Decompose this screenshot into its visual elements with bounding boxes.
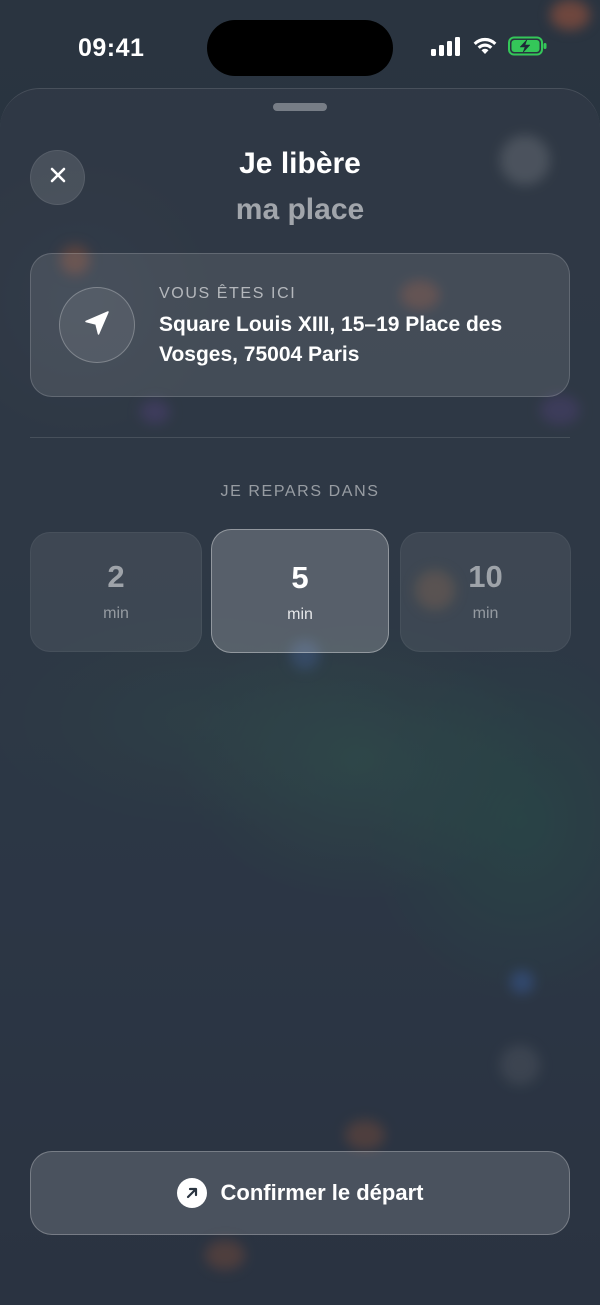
arrow-up-right-icon bbox=[176, 1178, 207, 1208]
time-option-unit: min bbox=[103, 605, 129, 622]
time-option-10-min[interactable]: 10 min bbox=[400, 532, 571, 652]
location-address: Square Louis XIII, 15–19 Place des Vosge… bbox=[159, 313, 503, 366]
time-option-value: 2 bbox=[107, 559, 125, 594]
status-bar: 09:41 bbox=[0, 0, 600, 96]
sheet-title: Je libère bbox=[239, 147, 361, 180]
sheet-grabber[interactable] bbox=[273, 103, 327, 111]
sheet-subtitle: ma place bbox=[235, 193, 365, 226]
time-option-unit: min bbox=[287, 606, 313, 623]
current-location-card: VOUS ÊTES ICI Square Louis XIII, 15–19 P… bbox=[30, 253, 570, 397]
location-arrow-icon bbox=[82, 308, 112, 343]
time-option-value: 5 bbox=[291, 560, 309, 595]
screen: 09:41 Je libère ma place VOUS ÊTES ICI S… bbox=[0, 0, 600, 1305]
status-icons bbox=[430, 36, 548, 61]
confirm-label: Confirmer le départ bbox=[220, 1180, 424, 1205]
signal-icon bbox=[430, 36, 462, 61]
wifi-icon bbox=[472, 36, 498, 61]
time-option-unit: min bbox=[472, 605, 499, 622]
confirm-departure-button[interactable]: Confirmer le départ bbox=[30, 1151, 570, 1235]
status-time: 09:41 bbox=[78, 34, 145, 62]
time-option-value: 10 bbox=[468, 559, 503, 594]
location-label: VOUS ÊTES ICI bbox=[159, 285, 297, 302]
departure-label: JE REPARS DANS bbox=[220, 483, 380, 500]
battery-charging-icon bbox=[508, 36, 548, 61]
location-icon-circle bbox=[59, 287, 135, 363]
divider bbox=[30, 437, 570, 438]
dynamic-island bbox=[207, 20, 393, 76]
time-option-5-min[interactable]: 5 min bbox=[211, 529, 389, 653]
time-option-2-min[interactable]: 2 min bbox=[30, 532, 202, 652]
bottom-sheet: Je libère ma place VOUS ÊTES ICI Square … bbox=[0, 88, 600, 1305]
